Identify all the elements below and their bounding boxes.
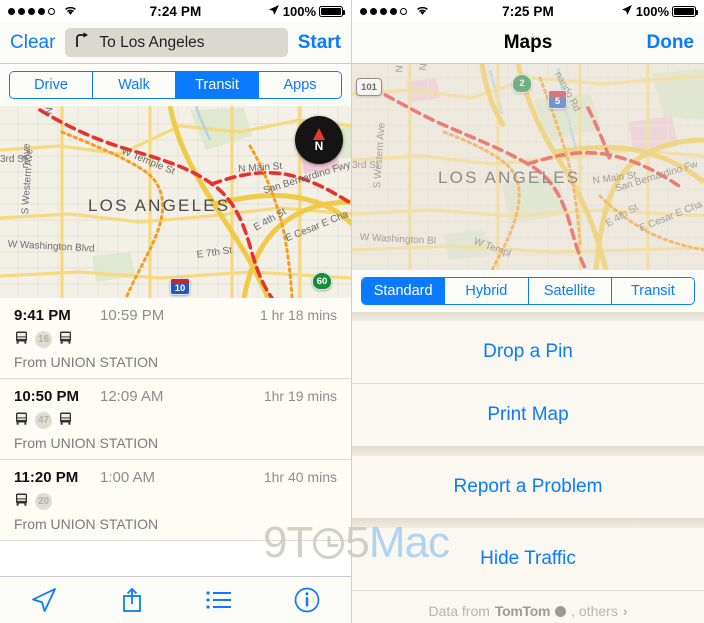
battery-full-icon bbox=[672, 5, 699, 17]
right-phone-screen: 7:25 PM 100% Maps Done LOS ANGELES nando… bbox=[352, 0, 704, 623]
segment-transit[interactable]: Transit bbox=[176, 72, 259, 98]
attribution-prefix: Data from bbox=[428, 603, 490, 619]
location-arrow-icon bbox=[621, 4, 633, 19]
route-origin: From UNION STATION bbox=[14, 354, 159, 370]
start-button[interactable]: Start bbox=[298, 32, 341, 54]
route-origin: From UNION STATION bbox=[14, 516, 159, 532]
bus-icon bbox=[14, 411, 29, 431]
route-legs: 20 bbox=[14, 493, 337, 510]
directions-turn-right-icon bbox=[74, 32, 90, 53]
segment-drive[interactable]: Drive bbox=[10, 72, 93, 98]
route-arrive-time: 1:00 AM bbox=[100, 469, 156, 486]
hide-traffic-label: Hide Traffic bbox=[480, 548, 576, 569]
directions-nav-bar: Clear To Los Angeles Start bbox=[0, 22, 351, 64]
clear-button[interactable]: Clear bbox=[10, 32, 55, 54]
hide-traffic-row[interactable]: Hide Traffic bbox=[352, 528, 704, 591]
segment-transit[interactable]: Transit bbox=[611, 278, 694, 304]
print-map-row[interactable]: Print Map bbox=[352, 384, 704, 447]
highway-shield-5: 5 bbox=[548, 90, 567, 109]
locate-button[interactable] bbox=[22, 580, 66, 620]
map-options-list: Drop a Pin Print Map Report a Problem Hi… bbox=[352, 312, 704, 623]
chevron-right-icon: › bbox=[622, 603, 628, 619]
route-map[interactable]: Los Angeles N Norm 3rd St n Ave W Temple… bbox=[0, 106, 351, 298]
highway-shield-10: 10 bbox=[170, 278, 190, 295]
battery-percent: 100% bbox=[635, 3, 669, 19]
table-row[interactable]: 10:50 PM 12:09 AM 1hr 19 mins 47 From UN… bbox=[0, 379, 351, 460]
list-button[interactable] bbox=[197, 580, 241, 620]
map-type-segmented-control[interactable]: Standard Hybrid Satellite Transit bbox=[361, 277, 695, 305]
route-depart-time: 9:41 PM bbox=[14, 307, 71, 324]
highway-shield-2: 2 bbox=[512, 74, 532, 93]
status-right: 100% bbox=[621, 3, 699, 19]
bottom-toolbar bbox=[0, 576, 351, 623]
table-row[interactable]: 11:20 PM 1:00 AM 1hr 40 mins 20 From UNI… bbox=[0, 460, 351, 541]
segment-apps[interactable]: Apps bbox=[259, 72, 341, 98]
maps-nav-bar: Maps Done bbox=[352, 22, 704, 64]
route-depart-time: 10:50 PM bbox=[14, 388, 80, 405]
overview-map[interactable]: Los Angeles N Normandie Ave N Vermont Av… bbox=[352, 64, 704, 270]
route-line-badge: 16 bbox=[35, 331, 52, 348]
route-legs: 47 bbox=[14, 412, 337, 429]
segment-walk[interactable]: Walk bbox=[93, 72, 176, 98]
list-separator bbox=[352, 519, 704, 528]
destination-search-field[interactable]: To Los Angeles bbox=[65, 28, 288, 57]
status-bar: 7:25 PM 100% bbox=[352, 0, 704, 22]
route-arrive-time: 10:59 PM bbox=[100, 307, 165, 324]
route-times: 11:20 PM 1:00 AM 1hr 40 mins bbox=[14, 469, 337, 486]
left-phone-screen: 7:24 PM 100% Clear To Los Angeles Start bbox=[0, 0, 352, 623]
route-depart-time: 11:20 PM bbox=[14, 469, 79, 486]
list-separator bbox=[352, 447, 704, 456]
bus-icon bbox=[58, 411, 73, 431]
travel-mode-segmented-control[interactable]: Drive Walk Transit Apps bbox=[9, 71, 342, 99]
drop-a-pin-row[interactable]: Drop a Pin bbox=[352, 321, 704, 384]
travel-mode-segmented-wrap: Drive Walk Transit Apps bbox=[0, 64, 351, 106]
route-arrive-time: 12:09 AM bbox=[100, 388, 164, 405]
list-separator bbox=[352, 312, 704, 321]
route-line-badge: 20 bbox=[35, 493, 52, 510]
location-arrow-icon bbox=[268, 4, 280, 19]
share-button[interactable] bbox=[110, 580, 154, 620]
route-duration: 1hr 40 mins bbox=[263, 469, 337, 485]
route-duration: 1 hr 18 mins bbox=[259, 307, 337, 323]
highway-shield-101: 101 bbox=[356, 78, 382, 96]
status-right: 100% bbox=[268, 3, 346, 19]
route-line-badge: 47 bbox=[35, 412, 52, 429]
battery-percent: 100% bbox=[282, 3, 316, 19]
destination-value: To Los Angeles bbox=[99, 33, 205, 51]
info-button[interactable] bbox=[285, 580, 329, 620]
compass-needle bbox=[313, 127, 325, 140]
segment-standard[interactable]: Standard bbox=[362, 278, 446, 304]
table-row[interactable]: 9:41 PM 10:59 PM 1 hr 18 mins 16 From UN… bbox=[0, 298, 351, 379]
map-type-segmented-wrap: Standard Hybrid Satellite Transit bbox=[352, 270, 704, 312]
transit-route-list: 9:41 PM 10:59 PM 1 hr 18 mins 16 From UN… bbox=[0, 298, 351, 541]
compass-icon[interactable]: N bbox=[295, 116, 343, 164]
tomtom-label: TomTom bbox=[494, 603, 551, 619]
bus-icon bbox=[14, 330, 29, 350]
bus-icon bbox=[14, 492, 29, 512]
battery-full-icon bbox=[319, 5, 346, 17]
drop-a-pin-label: Drop a Pin bbox=[483, 341, 573, 362]
done-button[interactable]: Done bbox=[647, 32, 695, 54]
segment-hybrid[interactable]: Hybrid bbox=[445, 278, 529, 304]
report-a-problem-row[interactable]: Report a Problem bbox=[352, 456, 704, 519]
print-map-label: Print Map bbox=[487, 404, 569, 425]
route-legs: 16 bbox=[14, 331, 337, 348]
route-times: 10:50 PM 12:09 AM 1hr 19 mins bbox=[14, 388, 337, 405]
segment-satellite[interactable]: Satellite bbox=[528, 278, 612, 304]
bus-icon bbox=[58, 330, 73, 350]
highway-shield-60: 60 bbox=[312, 272, 332, 290]
data-attribution-footer[interactable]: Data from TomTom , others › bbox=[352, 591, 704, 623]
report-a-problem-label: Report a Problem bbox=[453, 476, 603, 497]
globe-icon bbox=[555, 605, 567, 617]
route-times: 9:41 PM 10:59 PM 1 hr 18 mins bbox=[14, 307, 337, 324]
screenshot-root: 7:24 PM 100% Clear To Los Angeles Start bbox=[0, 0, 704, 623]
route-origin: From UNION STATION bbox=[14, 435, 159, 451]
route-duration: 1hr 19 mins bbox=[263, 388, 337, 404]
compass-north-label: N bbox=[314, 138, 324, 153]
attribution-suffix: , others bbox=[571, 603, 618, 619]
status-bar: 7:24 PM 100% bbox=[0, 0, 351, 22]
